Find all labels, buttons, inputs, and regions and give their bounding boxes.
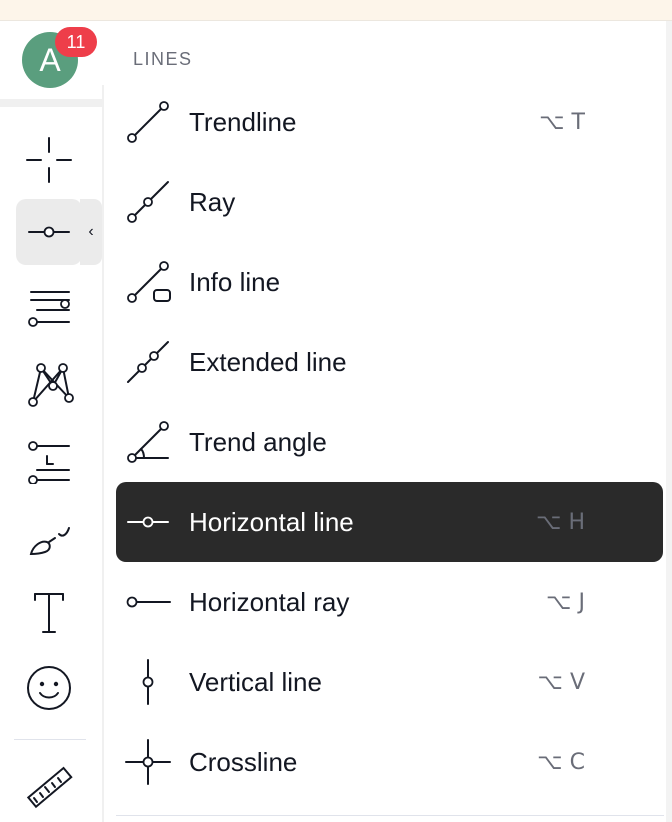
toolbar-divider-bottom [14,739,86,740]
crosshair-tool-button[interactable] [16,127,82,193]
menu-item-label: Info line [189,266,281,297]
menu-item-crossline[interactable]: Crossline ⌥ C [116,722,663,802]
menu-item-shortcut: ⌥ T [539,109,585,135]
trendline-icon [124,98,172,146]
horizontal-line-tool-icon [28,226,70,238]
text-tool-button[interactable] [16,579,82,645]
brush-tool-button[interactable] [16,505,82,571]
menu-item-trend-angle[interactable]: Trend angle [116,402,663,482]
top-banner-strip [0,0,672,21]
menu-item-shortcut: ⌥ C [537,749,585,775]
pattern-tool-button[interactable] [16,349,82,415]
prediction-icon [28,441,70,484]
horizontal-ray-icon [124,578,172,626]
horizontal-line-icon [124,498,172,546]
toolbar-divider [0,99,104,107]
crosshair-icon [26,137,72,183]
emoji-icon [27,666,71,710]
lines-dropdown-menu: LINES Trendline ⌥ T Ray Info line Extend… [104,21,666,822]
vertical-line-icon [124,658,172,706]
pattern-icon [28,363,74,407]
ruler-icon [26,766,73,809]
menu-item-shortcut: ⌥ J [546,589,585,615]
emoji-tool-button[interactable] [16,655,82,721]
menu-item-trendline[interactable]: Trendline ⌥ T [116,82,663,162]
menu-section-header: LINES [133,49,193,69]
collapse-toolbar-button[interactable]: ‹ [80,199,102,265]
notification-badge: 11 [55,27,97,57]
menu-item-vertical-line[interactable]: Vertical line ⌥ V [116,642,663,722]
menu-item-info-line[interactable]: Info line [116,242,663,322]
menu-item-label: Extended line [189,346,347,377]
menu-item-extended-line[interactable]: Extended line [116,322,663,402]
menu-item-label: Crossline [189,746,298,777]
extended-line-icon [124,338,172,386]
menu-item-shortcut: ⌥ H [536,509,585,535]
crossline-icon [124,738,172,786]
menu-item-label: Trend angle [189,426,327,457]
ruler-tool-button[interactable] [16,755,82,821]
menu-item-label: Vertical line [189,666,322,697]
menu-item-label: Trendline [189,106,297,137]
ray-icon [124,178,172,226]
menu-item-shortcut: ⌥ V [537,669,585,695]
menu-item-label: Ray [189,186,236,217]
text-icon [34,593,64,633]
menu-scrollbar[interactable] [666,21,672,822]
fib-tool-button[interactable] [16,271,82,337]
lines-tool-button[interactable] [16,199,82,265]
info-line-icon [124,258,172,306]
prediction-tool-button[interactable] [16,425,82,491]
fib-retracement-icon [28,291,70,327]
menu-divider [116,815,664,816]
user-menu[interactable]: A 11 [0,21,104,99]
trend-angle-icon [124,418,172,466]
menu-item-horizontal-ray[interactable]: Horizontal ray ⌥ J [116,562,663,642]
menu-item-ray[interactable]: Ray [116,162,663,242]
drawing-toolbar: A 11 ‹ [0,21,104,822]
menu-item-horizontal-line[interactable]: Horizontal line ⌥ H [116,482,663,562]
menu-item-label: Horizontal ray [189,586,350,617]
menu-item-label: Horizontal line [189,506,354,537]
brush-icon [29,527,70,556]
